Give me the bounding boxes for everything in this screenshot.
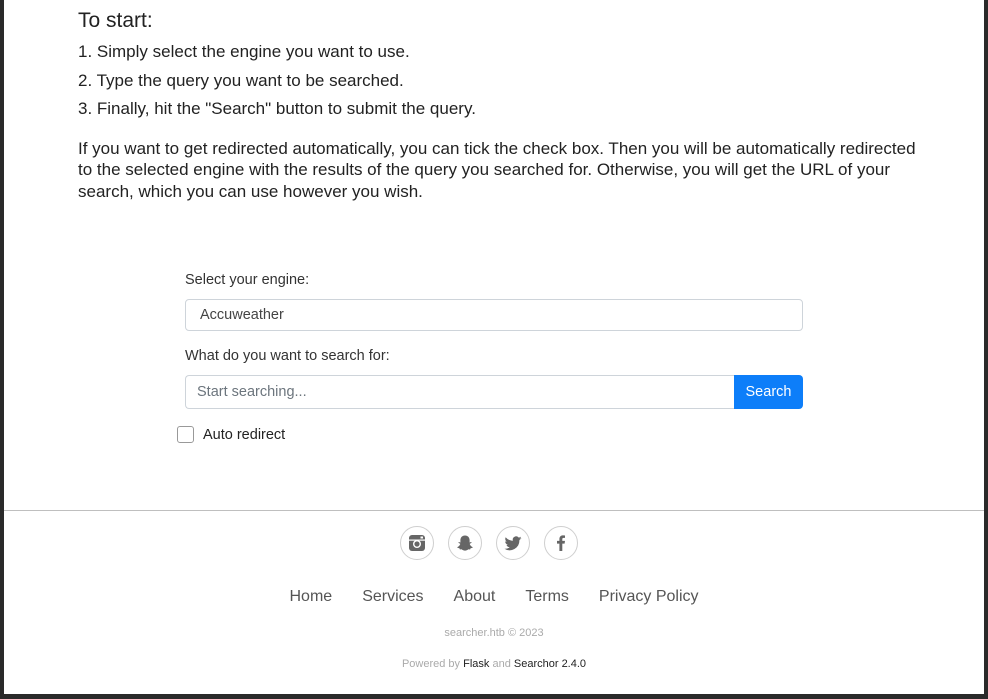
twitter-link[interactable] <box>496 526 530 560</box>
page: To start: 1. Simply select the engine yo… <box>4 0 984 694</box>
powered-prefix: Powered by <box>401 658 461 670</box>
redirect-explanation: If you want to get redirected automatica… <box>78 138 916 201</box>
instagram-link[interactable] <box>400 526 434 560</box>
searchor-link[interactable]: Searchor 2.4.0 <box>514 658 586 670</box>
nav-terms-link[interactable]: Terms <box>525 588 569 606</box>
twitter-icon <box>504 536 522 551</box>
search-button[interactable]: Search <box>734 375 803 409</box>
search-input[interactable] <box>185 375 734 409</box>
engine-select[interactable]: Accuweather <box>185 299 803 331</box>
instructions: To start: 1. Simply select the engine yo… <box>78 8 918 202</box>
nav-privacy-link[interactable]: Privacy Policy <box>599 588 699 606</box>
engine-label: Select your engine: <box>185 272 310 288</box>
query-input-group: Search <box>185 375 803 409</box>
powered-and: and <box>492 658 511 670</box>
step-3: 3. Finally, hit the "Search" button to s… <box>78 99 476 118</box>
auto-redirect-label[interactable]: Auto redirect <box>203 427 285 443</box>
footer-divider <box>4 510 984 511</box>
search-form: Select your engine: Accuweather What do … <box>177 270 803 443</box>
powered-by: Powered by Flask and Searchor 2.4.0 <box>4 658 984 670</box>
auto-redirect-option[interactable]: Auto redirect <box>177 426 285 443</box>
snapchat-icon <box>457 535 473 551</box>
snapchat-link[interactable] <box>448 526 482 560</box>
step-2: 2. Type the query you want to be searche… <box>78 70 404 90</box>
facebook-link[interactable] <box>544 526 578 560</box>
flask-link[interactable]: Flask <box>463 658 489 670</box>
social-links <box>400 526 578 560</box>
auto-redirect-checkbox[interactable] <box>177 426 194 443</box>
instagram-icon <box>409 535 425 551</box>
query-label: What do you want to search for: <box>185 348 390 364</box>
step-1: 1. Simply select the engine you want to … <box>78 42 410 61</box>
copyright: searcher.htb © 2023 <box>444 627 544 639</box>
nav-home-link[interactable]: Home <box>290 588 333 606</box>
nav-about-link[interactable]: About <box>454 588 496 606</box>
steps-list: 1. Simply select the engine you want to … <box>78 38 918 124</box>
instructions-heading: To start: <box>78 9 153 32</box>
footer-nav: Home Services About Terms Privacy Policy <box>4 588 984 606</box>
engine-selected-value: Accuweather <box>200 307 284 323</box>
facebook-icon <box>557 535 565 551</box>
nav-services-link[interactable]: Services <box>362 588 423 606</box>
